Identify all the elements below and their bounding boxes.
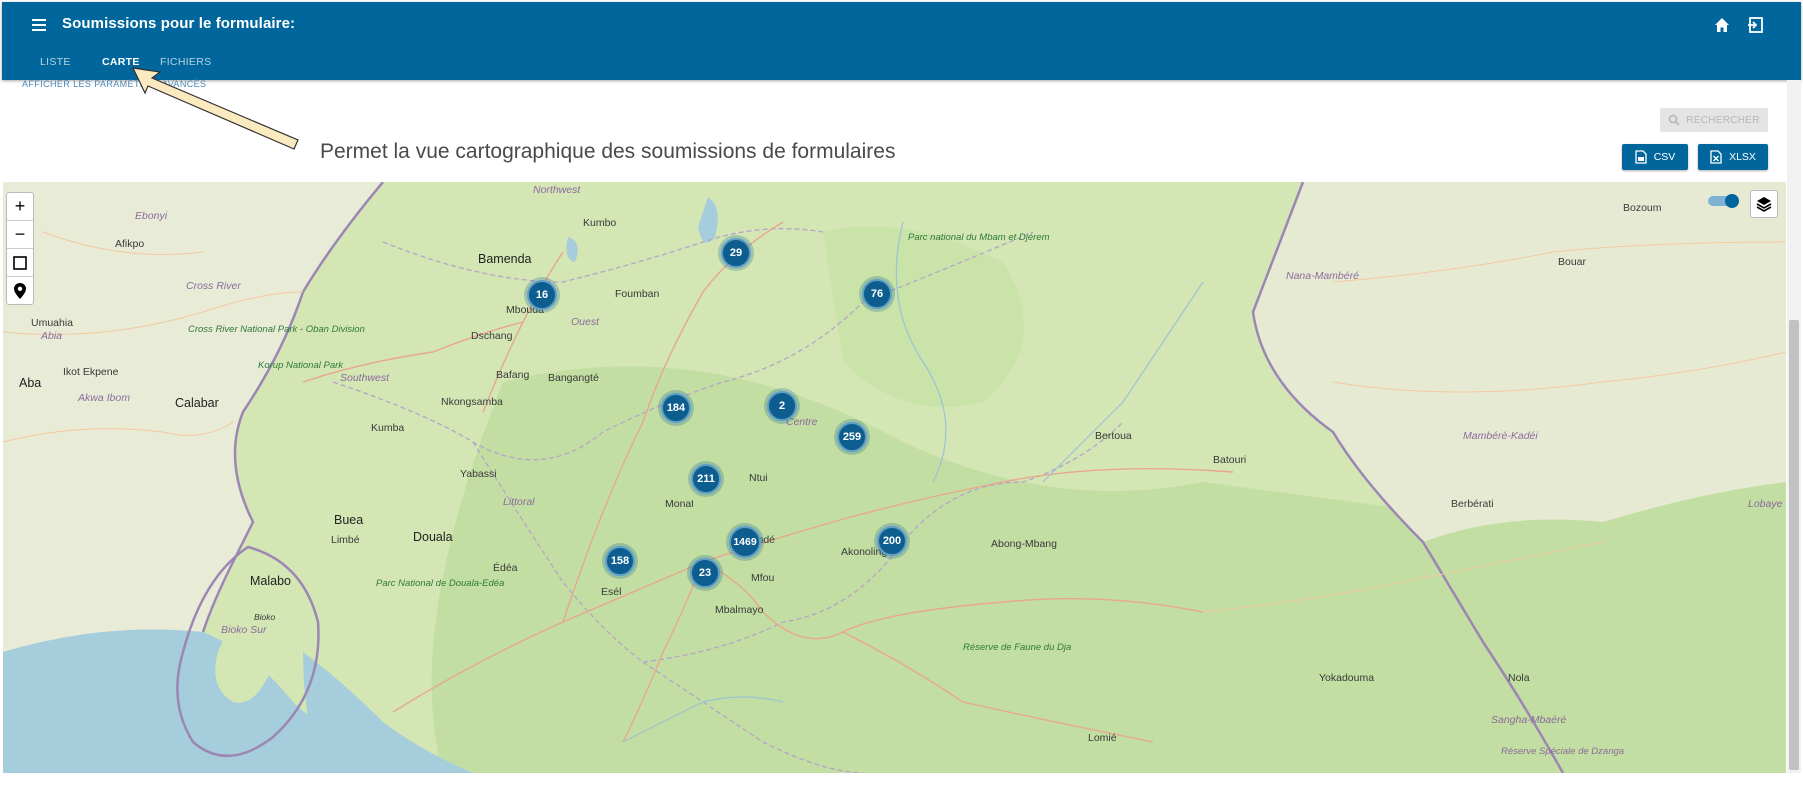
- place-label: Cross River: [186, 280, 241, 292]
- place-label: Mbalmayo: [715, 604, 764, 616]
- cluster-marker[interactable]: 259: [837, 422, 867, 452]
- place-label: Nola: [1508, 672, 1530, 684]
- xlsx-label: XLSX: [1729, 151, 1756, 163]
- file-xlsx-icon: [1710, 150, 1722, 164]
- layers-icon: [1756, 197, 1772, 212]
- place-label: Malabo: [250, 574, 291, 588]
- logout-icon[interactable]: [1745, 14, 1767, 36]
- place-label: Littoral: [503, 496, 535, 508]
- place-label: Foumban: [615, 288, 660, 300]
- scrollbar-thumb[interactable]: [1789, 320, 1799, 770]
- place-label: Northwest: [533, 184, 581, 196]
- scrollbar[interactable]: [1787, 80, 1801, 773]
- annotation-arrow: [131, 67, 299, 150]
- place-label: Dschang: [471, 330, 513, 342]
- place-label: Bioko: [254, 612, 276, 622]
- place-label: Abia: [41, 330, 63, 342]
- cluster-marker[interactable]: 29: [721, 238, 751, 268]
- square-icon: [13, 255, 27, 270]
- cluster-marker[interactable]: 76: [862, 279, 892, 309]
- place-label: Douala: [413, 530, 453, 544]
- place-label: Bioko Sur: [221, 624, 267, 636]
- map-background: [3, 182, 1786, 773]
- cluster-marker[interactable]: 2: [767, 391, 797, 421]
- place-label: Eséka: [601, 586, 621, 598]
- place-label: Akwa Ibom: [78, 392, 130, 404]
- place-label: Nkongsamba: [441, 396, 503, 408]
- zoom-out-button[interactable]: −: [7, 221, 33, 249]
- home-icon[interactable]: [1711, 14, 1733, 36]
- place-label: Berbérati: [1451, 498, 1494, 510]
- zoom-in-button[interactable]: +: [7, 193, 33, 221]
- place-label: Bangangté: [548, 372, 599, 384]
- place-label: Bafang: [496, 369, 530, 381]
- cluster-marker[interactable]: 158: [605, 546, 635, 576]
- place-label: Cross River National Park - Oban Divisio…: [188, 324, 365, 335]
- place-label: Afikpo: [115, 238, 145, 250]
- place-label: Bouar: [1558, 256, 1587, 268]
- place-label: Parc national du Mbam et Djérem: [908, 232, 1050, 243]
- place-label: Ikot Ekpene: [63, 366, 119, 378]
- place-label: Batouri: [1213, 454, 1247, 466]
- place-label: Ouest: [571, 316, 600, 328]
- search-label: RECHERCHER: [1686, 114, 1760, 126]
- place-label: Umuahia: [31, 317, 74, 329]
- file-csv-icon: [1635, 150, 1647, 164]
- cluster-marker[interactable]: 200: [877, 526, 907, 556]
- cluster-marker[interactable]: 16: [527, 280, 557, 310]
- place-label: Réserve Spéciale de Dzanga: [1501, 746, 1624, 757]
- place-label: Mfou: [751, 572, 775, 584]
- search-button[interactable]: RECHERCHER: [1660, 108, 1768, 132]
- place-label: Yabassi: [460, 468, 497, 480]
- place-label: Réserve de Faune du Dja: [963, 642, 1072, 653]
- map-pin-icon: [14, 282, 26, 299]
- map-view[interactable]: Northwest Kumbo Ebonyi Afikpo Bamenda Fo…: [3, 182, 1786, 773]
- place-label: Édéa: [493, 562, 518, 574]
- search-icon: [1668, 114, 1680, 126]
- place-label: Abong-Mbang: [991, 538, 1057, 550]
- place-label: Lomié: [1088, 732, 1117, 744]
- cluster-marker[interactable]: 184: [661, 393, 691, 423]
- place-label: Lobaye: [1748, 498, 1783, 510]
- draw-rectangle-button[interactable]: [7, 249, 33, 277]
- place-label: Mambéré-Kadéi: [1463, 430, 1538, 442]
- place-label: Aba: [19, 376, 42, 390]
- draw-marker-button[interactable]: [7, 277, 33, 304]
- place-label: Southwest: [340, 372, 390, 384]
- place-label: Bertoua: [1095, 430, 1132, 442]
- xlsx-export-button[interactable]: XLSX: [1698, 144, 1768, 170]
- place-label: Parc National de Douala-Edéa: [376, 578, 505, 589]
- place-label: Nana-Mambéré: [1286, 270, 1359, 282]
- cluster-marker[interactable]: 211: [691, 464, 721, 494]
- place-label: Kumbo: [583, 217, 617, 229]
- place-label: Limbé: [331, 534, 360, 546]
- annotation-text: Permet la vue cartographique des soumiss…: [320, 140, 896, 163]
- place-label: Monatélé: [665, 498, 693, 510]
- place-label: Bozoum: [1623, 202, 1662, 214]
- place-label: Buea: [334, 513, 364, 527]
- place-label: Yokadouma: [1319, 672, 1375, 684]
- place-label: Ebonyi: [135, 210, 168, 222]
- csv-export-button[interactable]: CSV: [1622, 144, 1688, 170]
- place-label: Calabar: [175, 396, 219, 410]
- place-label: Ntui: [749, 472, 768, 484]
- layers-button[interactable]: [1750, 190, 1778, 218]
- cluster-toggle[interactable]: [1706, 192, 1742, 210]
- place-label: Bamenda: [478, 252, 532, 266]
- place-label: Sangha-Mbaéré: [1491, 714, 1567, 726]
- place-label: Korup National Park: [258, 360, 344, 371]
- map-controls: + −: [6, 192, 34, 305]
- cluster-marker[interactable]: 1469: [729, 526, 761, 558]
- cluster-marker[interactable]: 23: [690, 558, 720, 588]
- csv-label: CSV: [1653, 151, 1676, 163]
- place-label: Kumba: [371, 422, 405, 434]
